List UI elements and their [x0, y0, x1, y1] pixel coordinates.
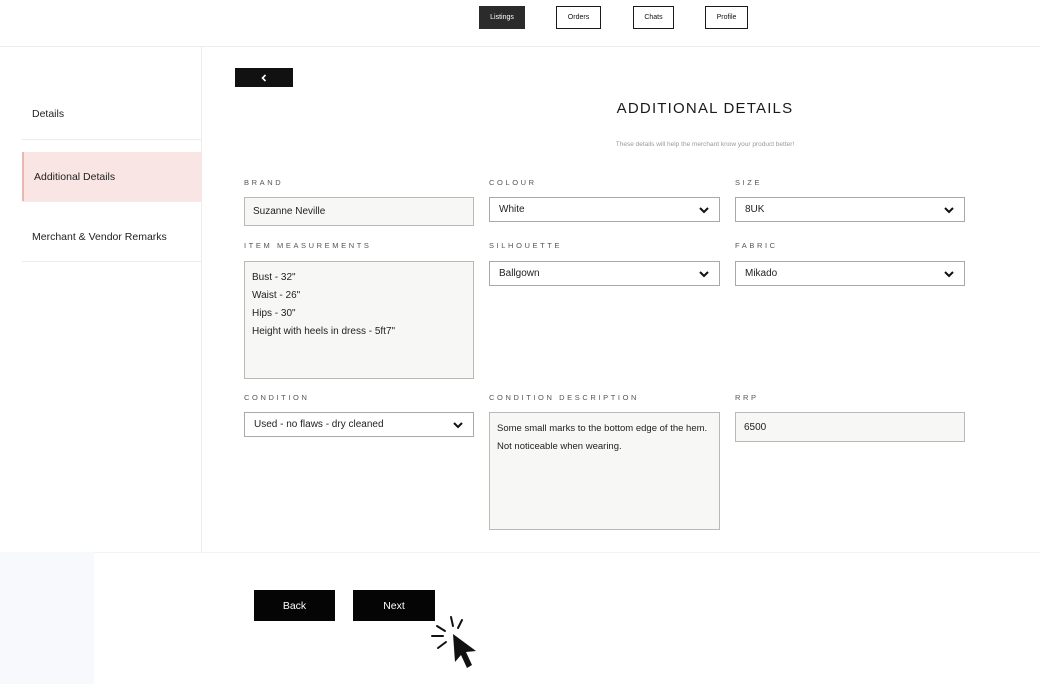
size-label: SIZE [735, 178, 763, 187]
condition-value: Used - no flaws - dry cleaned [254, 419, 384, 430]
page-subtitle: These details will help the merchant kno… [615, 141, 795, 148]
colour-select[interactable]: White [489, 197, 720, 222]
page-title: ADDITIONAL DETAILS [616, 100, 794, 117]
nav-listings-button[interactable]: Listings [479, 6, 525, 29]
sidebar-item-additional-details[interactable]: Additional Details [22, 152, 202, 201]
fabric-select[interactable]: Mikado [735, 261, 965, 286]
brand-label: BRAND [244, 178, 284, 187]
sidebar-item-merchant-vendor-remarks[interactable]: Merchant & Vendor Remarks [22, 215, 202, 259]
sidebar-divider [22, 261, 202, 262]
brand-input[interactable]: Suzanne Neville [244, 197, 474, 226]
chevron-down-icon [699, 270, 709, 277]
chevron-down-icon [699, 206, 709, 213]
rrp-input[interactable]: 6500 [735, 412, 965, 442]
colour-value: White [499, 204, 525, 215]
item-measurements-textarea[interactable]: Bust - 32" Waist - 26" Hips - 30" Height… [244, 261, 474, 379]
chevron-down-icon [453, 421, 463, 428]
silhouette-select[interactable]: Ballgown [489, 261, 720, 286]
sidebar-item-label: Additional Details [34, 170, 116, 183]
next-button[interactable]: Next [353, 590, 435, 621]
silhouette-label: SILHOUETTE [489, 241, 563, 250]
chevron-down-icon [944, 206, 954, 213]
chevron-left-icon [261, 73, 267, 82]
top-navigation: Listings Orders Chats Profile [0, 0, 1040, 47]
condition-description-textarea[interactable]: Some small marks to the bottom edge of t… [489, 412, 720, 530]
chevron-down-icon [944, 270, 954, 277]
silhouette-value: Ballgown [499, 268, 540, 279]
back-button[interactable]: Back [254, 590, 335, 621]
nav-orders-button[interactable]: Orders [556, 6, 601, 29]
sidebar-divider [22, 201, 202, 202]
condition-select[interactable]: Used - no flaws - dry cleaned [244, 412, 474, 437]
rrp-value: 6500 [744, 421, 767, 433]
rrp-label: RRP [735, 393, 759, 402]
colour-label: COLOUR [489, 178, 537, 187]
sidebar-item-label: Merchant & Vendor Remarks [32, 231, 167, 243]
sidebar-divider [22, 139, 202, 140]
item-measurements-label: ITEM MEASUREMENTS [244, 241, 372, 250]
sidebar: Details Additional Details Merchant & Ve… [0, 47, 202, 552]
nav-chats-button[interactable]: Chats [633, 6, 674, 29]
nav-profile-button[interactable]: Profile [705, 6, 748, 29]
brand-value: Suzanne Neville [253, 206, 326, 217]
sidebar-item-details[interactable]: Details [22, 94, 202, 134]
sidebar-item-label: Details [32, 108, 65, 120]
condition-description-label: CONDITION DESCRIPTION [489, 393, 640, 402]
fabric-value: Mikado [745, 268, 778, 279]
bottom-action-panel [94, 552, 1040, 682]
bottom-left-panel [0, 552, 94, 684]
size-select[interactable]: 8UK [735, 197, 965, 222]
size-value: 8UK [745, 204, 765, 215]
back-arrow-button[interactable] [235, 68, 293, 87]
mouse-cursor-click-icon [431, 616, 476, 668]
condition-label: CONDITION [244, 393, 310, 402]
fabric-label: FABRIC [735, 241, 778, 250]
